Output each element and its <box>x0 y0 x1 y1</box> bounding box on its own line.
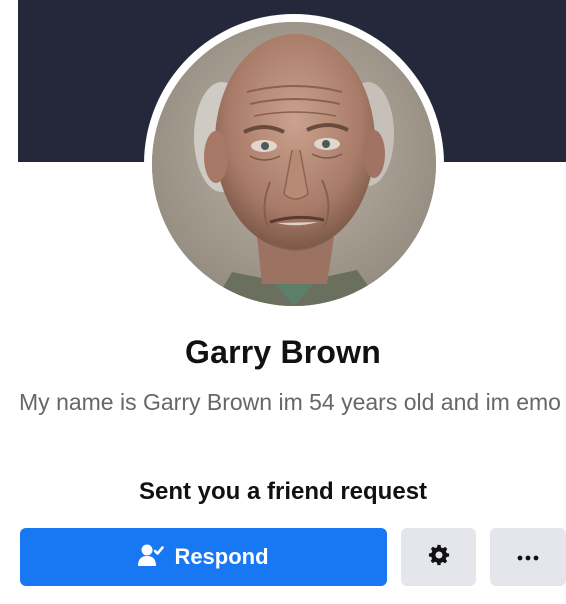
profile-name: Garry Brown <box>184 334 382 370</box>
settings-button[interactable] <box>401 528 476 586</box>
friend-request-status: Sent you a friend request <box>138 478 428 505</box>
respond-button[interactable]: Respond <box>20 528 387 586</box>
respond-button-label: Respond <box>174 544 269 569</box>
more-dots-icon <box>517 548 539 566</box>
gear-icon <box>428 544 450 571</box>
more-options-button[interactable] <box>490 528 566 586</box>
avatar[interactable] <box>152 22 436 306</box>
avatar-photo <box>152 22 436 306</box>
profile-page: Garry Brown My name is Garry Brown im 54… <box>0 0 566 604</box>
person-respond-icon <box>138 543 165 572</box>
profile-bio: My name is Garry Brown im 54 years old a… <box>19 389 561 415</box>
